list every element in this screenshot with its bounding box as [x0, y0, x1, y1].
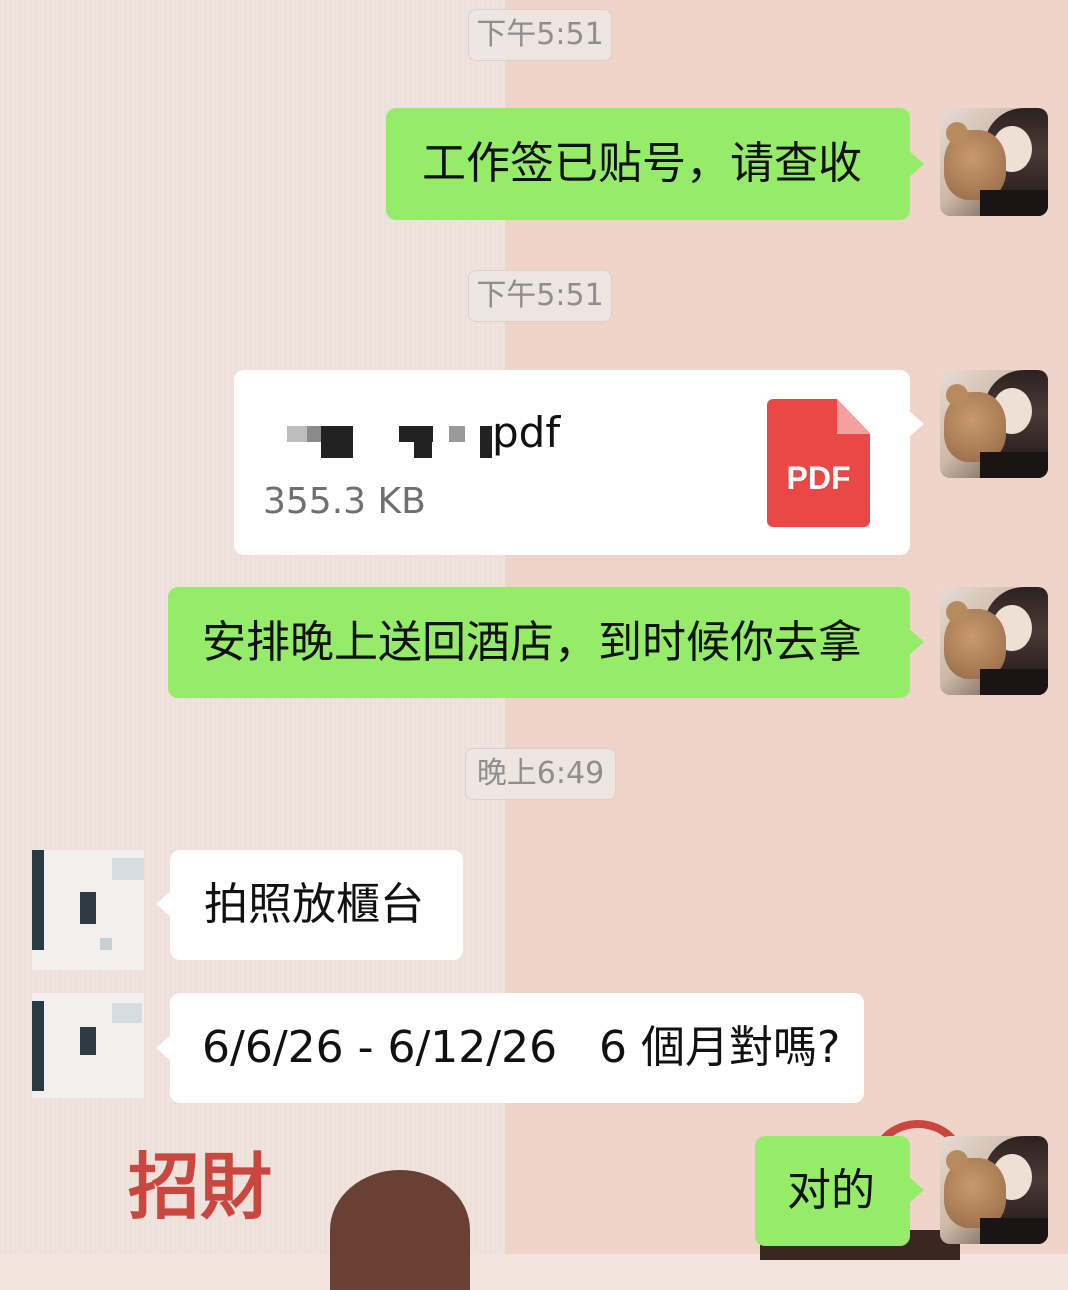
message-text: 安排晚上送回酒店，到时候你去拿: [202, 617, 862, 668]
sender-avatar[interactable]: [940, 108, 1048, 216]
sender-avatar[interactable]: [940, 370, 1048, 478]
bubble-tail: [908, 150, 924, 178]
bubble-tail: [908, 410, 924, 438]
sent-message-bubble[interactable]: 安排晚上送回酒店，到时候你去拿: [168, 587, 910, 698]
sticker-text: 招財: [128, 1144, 273, 1229]
receiver-avatar[interactable]: [32, 993, 144, 1098]
bubble-tail: [156, 890, 172, 918]
message-text: 拍照放櫃台: [204, 879, 424, 930]
sender-avatar[interactable]: [940, 587, 1048, 695]
message-text: 工作签已贴号，请查收: [422, 138, 862, 189]
received-message-bubble[interactable]: 拍照放櫃台: [170, 850, 463, 960]
sender-avatar[interactable]: [940, 1136, 1048, 1244]
bubble-tail: [908, 1176, 924, 1204]
timestamp: 晚上6:49: [465, 748, 616, 800]
sent-message-bubble[interactable]: 工作签已贴号，请查收: [386, 108, 910, 220]
timestamp: 下午5:51: [468, 270, 612, 322]
message-text: 6/6/26 - 6/12/26 6 個月對嗎?: [202, 1022, 841, 1073]
message-text: 对的: [787, 1165, 875, 1216]
sent-message-bubble[interactable]: 对的: [755, 1136, 910, 1246]
bubble-tail: [908, 628, 924, 656]
bubble-tail: [156, 1034, 172, 1062]
receiver-avatar[interactable]: [32, 850, 144, 970]
file-size: 355.3 KB: [263, 481, 426, 522]
timestamp: 下午5:51: [468, 9, 612, 61]
received-message-bubble[interactable]: 6/6/26 - 6/12/26 6 個月對嗎?: [170, 993, 864, 1103]
file-extension: pdf: [492, 408, 561, 457]
sticker-shape: [330, 1170, 470, 1290]
